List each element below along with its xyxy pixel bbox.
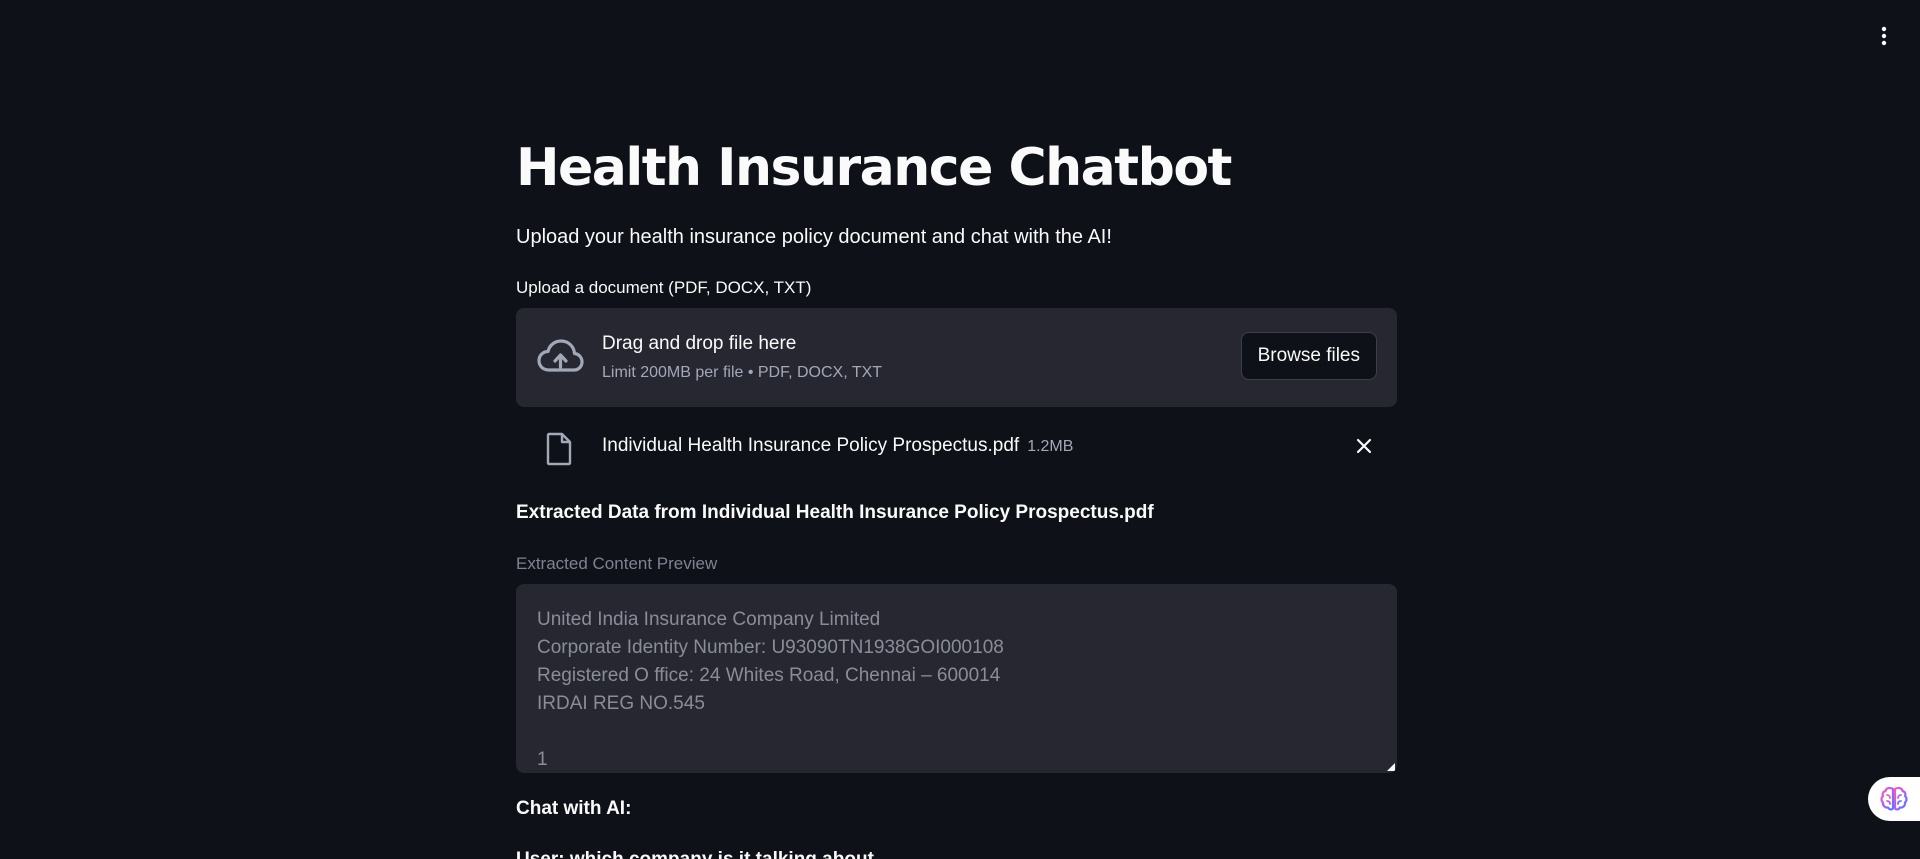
uploaded-file-name-text: Individual Health Insurance Policy Prosp… bbox=[602, 435, 1020, 456]
close-icon bbox=[1356, 438, 1372, 454]
preview-label: Extracted Content Preview bbox=[516, 554, 718, 573]
chat-user-message: User: which company is it talking about bbox=[516, 848, 874, 859]
preview-line: Registered O ffice: 24 Whites Road, Chen… bbox=[537, 665, 1001, 686]
dropzone-instructions: Drag and drop file here bbox=[602, 333, 797, 354]
more-vertical-icon bbox=[1881, 26, 1887, 46]
extracted-content-textarea[interactable]: United India Insurance Company Limited C… bbox=[516, 584, 1397, 773]
uploaded-file-size: 1.2MB bbox=[1027, 438, 1074, 455]
browse-files-button[interactable]: Browse files bbox=[1240, 332, 1377, 380]
main-menu-button[interactable] bbox=[1870, 22, 1898, 50]
app-root: Health Insurance Chatbot Upload your hea… bbox=[0, 0, 1920, 859]
dropzone-limit-hint: Limit 200MB per file • PDF, DOCX, TXT bbox=[602, 364, 883, 381]
preview-line bbox=[537, 718, 1004, 746]
resize-handle-icon[interactable] bbox=[1387, 763, 1395, 771]
upload-label: Upload a document (PDF, DOCX, TXT) bbox=[516, 278, 812, 297]
preview-line: United India Insurance Company Limited bbox=[537, 609, 881, 630]
uploaded-file-name: Individual Health Insurance Policy Prosp… bbox=[602, 434, 1073, 459]
chat-heading: Chat with AI: bbox=[516, 798, 632, 819]
file-dropzone[interactable]: Drag and drop file here Limit 200MB per … bbox=[516, 308, 1397, 407]
preview-text: United India Insurance Company Limited C… bbox=[537, 606, 1004, 773]
floating-ai-button[interactable] bbox=[1868, 777, 1920, 821]
page-title: Health Insurance Chatbot bbox=[516, 138, 1232, 198]
file-icon bbox=[546, 432, 572, 466]
uploaded-file-row: Individual Health Insurance Policy Prosp… bbox=[516, 420, 1397, 472]
cloud-upload-icon bbox=[537, 339, 584, 372]
brain-icon bbox=[1880, 786, 1908, 811]
page-subtitle: Upload your health insurance policy docu… bbox=[516, 226, 1112, 248]
preview-line: Corporate Identity Number: U93090TN1938G… bbox=[537, 637, 1004, 658]
extracted-data-heading: Extracted Data from Individual Health In… bbox=[516, 502, 1154, 523]
remove-file-button[interactable] bbox=[1352, 434, 1376, 458]
preview-line: 1 bbox=[537, 749, 548, 770]
preview-line: IRDAI REG NO.545 bbox=[537, 693, 705, 714]
